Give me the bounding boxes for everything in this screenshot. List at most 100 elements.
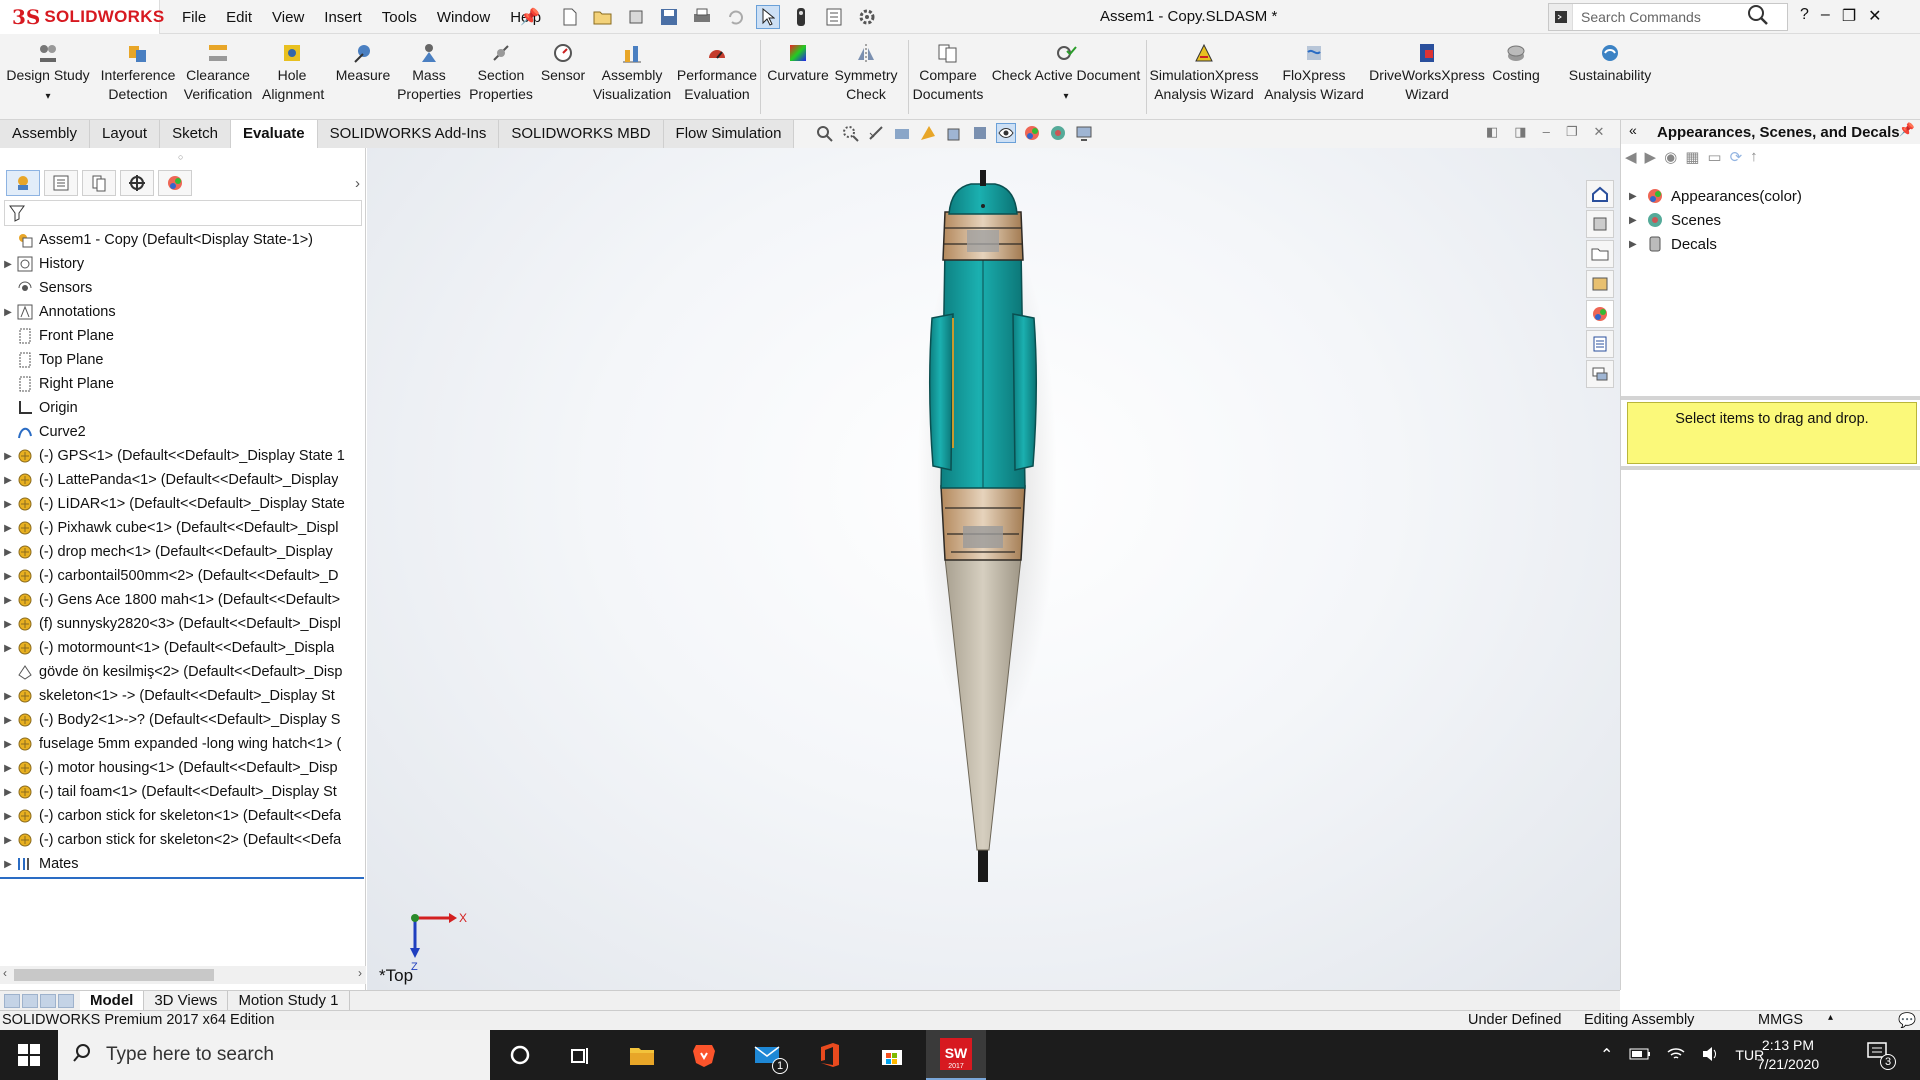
- zoom-to-fit-icon[interactable]: [814, 123, 834, 143]
- apply-scene-icon[interactable]: [1048, 123, 1068, 143]
- file-explorer-taskbar-icon[interactable]: [614, 1030, 670, 1080]
- tree-item-appearances[interactable]: ▶ Appearances(color): [1629, 184, 1802, 208]
- tree-filter-input[interactable]: [4, 200, 362, 226]
- filter-icon[interactable]: [9, 204, 25, 226]
- minimize-icon[interactable]: –: [1821, 6, 1830, 26]
- microsoft-store-icon[interactable]: [864, 1030, 920, 1080]
- open-document-icon[interactable]: [591, 5, 615, 29]
- solidworks-logo[interactable]: 3S SOLIDWORKS: [0, 0, 164, 34]
- hide-show-items-icon[interactable]: [996, 123, 1016, 143]
- tree-item-scenes[interactable]: ▶ Scenes: [1629, 208, 1802, 232]
- battery-icon[interactable]: [1629, 1047, 1651, 1063]
- dynamic-annotation-icon[interactable]: [918, 123, 938, 143]
- tree-item[interactable]: ▶ fuselage 5mm expanded -long wing hatch<…: [0, 732, 366, 756]
- system-clock[interactable]: 2:13 PM 7/21/2020: [1728, 1036, 1848, 1074]
- configuration-manager-icon[interactable]: [82, 170, 116, 196]
- expand-arrow-icon[interactable]: ▶: [0, 787, 16, 798]
- menu-tools[interactable]: Tools: [372, 9, 427, 26]
- dimxpert-manager-icon[interactable]: [120, 170, 154, 196]
- custom-properties-icon[interactable]: [1586, 330, 1614, 358]
- viewport-close-icon[interactable]: ✕: [1593, 124, 1604, 140]
- fuselage-model[interactable]: [367, 148, 1620, 990]
- task-view-icon[interactable]: [552, 1030, 608, 1080]
- menu-file[interactable]: File: [172, 9, 216, 26]
- tab-model[interactable]: Model: [80, 990, 145, 1011]
- tab-layout[interactable]: Layout: [90, 120, 161, 148]
- tree-item[interactable]: ▶ (-) carbontail500mm<2> (Default<<Defaul…: [0, 564, 366, 588]
- tree-item[interactable]: ▶ (-) motormount<1> (Default<<Default>_Di…: [0, 636, 366, 660]
- compare-documents-button[interactable]: Compare Documents: [910, 42, 986, 104]
- view-settings-icon[interactable]: [1074, 123, 1094, 143]
- property-manager-icon[interactable]: [44, 170, 78, 196]
- menu-insert[interactable]: Insert: [314, 9, 372, 26]
- tree-item[interactable]: Front Plane: [0, 324, 366, 348]
- search-icon[interactable]: [1747, 4, 1769, 30]
- viewport-minimize-icon[interactable]: –: [1543, 124, 1550, 140]
- appearance-library-icon[interactable]: ◉: [1664, 148, 1677, 166]
- expand-arrow-icon[interactable]: ▶: [0, 307, 16, 318]
- search-commands-box[interactable]: Search Commands: [1548, 3, 1788, 31]
- featuremanager-tree-icon[interactable]: [6, 170, 40, 196]
- previous-view-icon[interactable]: [866, 123, 886, 143]
- units-menu-icon[interactable]: ▴: [1828, 1012, 1833, 1023]
- rebuild-icon[interactable]: [624, 5, 648, 29]
- search-input[interactable]: Search Commands: [1581, 9, 1747, 25]
- tab-flow-simulation[interactable]: Flow Simulation: [663, 120, 795, 148]
- scroll-left-icon[interactable]: ‹: [3, 966, 7, 980]
- menu-view[interactable]: View: [262, 9, 314, 26]
- viewport-split-icon[interactable]: ◨: [1514, 124, 1526, 140]
- prev-tab-icon[interactable]: [22, 993, 38, 1008]
- pane-splitter[interactable]: [1621, 396, 1920, 400]
- design-study-button[interactable]: Design Study ▾: [6, 42, 90, 106]
- edit-appearance-icon[interactable]: [1022, 123, 1042, 143]
- expand-arrow-icon[interactable]: ▶: [0, 763, 16, 774]
- file-explorer-icon[interactable]: [1586, 240, 1614, 268]
- expand-arrow-icon[interactable]: ▶: [0, 523, 16, 534]
- hole-alignment-button[interactable]: Hole Alignment: [262, 42, 324, 104]
- expand-arrow-icon[interactable]: ▶: [0, 811, 16, 822]
- tooltip-icon[interactable]: 💬: [1898, 1012, 1916, 1029]
- expand-arrow-icon[interactable]: ▶: [0, 475, 16, 486]
- scroll-thumb[interactable]: [14, 969, 214, 981]
- tree-item[interactable]: ▶ (-) Pixhawk cube<1> (Default<<Default>_…: [0, 516, 366, 540]
- simulationxpress-button[interactable]: SimulationXpress Analysis Wizard: [1148, 42, 1260, 104]
- show-hidden-icons[interactable]: ⌃: [1600, 1045, 1613, 1065]
- viewport-tile-icon[interactable]: ◧: [1486, 124, 1498, 140]
- solidworks-taskbar-icon[interactable]: SW 2017: [926, 1030, 986, 1080]
- status-units[interactable]: MMGS: [1758, 1012, 1803, 1028]
- tab-evaluate[interactable]: Evaluate: [230, 120, 318, 148]
- pin-menu-icon[interactable]: 📌: [520, 7, 540, 27]
- help-icon[interactable]: ?: [1800, 6, 1809, 26]
- tree-item[interactable]: ▶ (-) LİDAR<1> (Default<<Default>_Display…: [0, 492, 366, 516]
- menu-edit[interactable]: Edit: [216, 9, 262, 26]
- brave-browser-icon[interactable]: [676, 1030, 732, 1080]
- curvature-button[interactable]: Curvature: [764, 42, 832, 85]
- appearances-tab-icon[interactable]: [1586, 300, 1614, 328]
- expand-arrow-icon[interactable]: ▶: [0, 451, 16, 462]
- tree-item[interactable]: ▶ (-) GPS<1> (Default<<Default>_Display S…: [0, 444, 366, 468]
- assembly-visualization-button[interactable]: Assembly Visualization: [590, 42, 674, 104]
- view-orientation-icon[interactable]: [944, 123, 964, 143]
- panel-expand-arrow-icon[interactable]: ›: [355, 175, 360, 192]
- expand-arrow-icon[interactable]: ▶: [0, 259, 16, 270]
- sensor-button[interactable]: Sensor: [538, 42, 588, 85]
- print-icon[interactable]: [690, 5, 714, 29]
- forward-icon[interactable]: ▶: [1645, 148, 1657, 166]
- tab-solidworks-mbd[interactable]: SOLIDWORKS MBD: [499, 120, 664, 148]
- panel-collapse-handle[interactable]: ○: [178, 152, 183, 162]
- tree-item[interactable]: ▶ (-) motor housing<1> (Default<<Default>…: [0, 756, 366, 780]
- action-center-icon[interactable]: 3: [1866, 1040, 1896, 1070]
- tree-item[interactable]: ▶ (-) carbon stick for skeleton<2> (Defau…: [0, 828, 366, 852]
- measure-button[interactable]: Measure: [330, 42, 396, 85]
- tree-item[interactable]: ▶ (-) LattePanda<1> (Default<<Default>_Di…: [0, 468, 366, 492]
- last-tab-icon[interactable]: [58, 993, 74, 1008]
- tree-item[interactable]: ▶ History: [0, 252, 366, 276]
- pin-pane-icon[interactable]: 📌: [1899, 122, 1915, 138]
- performance-evaluation-button[interactable]: Performance Evaluation: [676, 42, 758, 104]
- tab-motion-study-1[interactable]: Motion Study 1: [228, 990, 350, 1011]
- up-icon[interactable]: ↑: [1750, 148, 1758, 166]
- expand-arrow-icon[interactable]: ▶: [0, 859, 16, 870]
- taskbar-search-input[interactable]: Type here to search: [106, 1044, 274, 1066]
- section-properties-button[interactable]: Section Properties: [466, 42, 536, 104]
- expand-arrow-icon[interactable]: ▶: [0, 835, 16, 846]
